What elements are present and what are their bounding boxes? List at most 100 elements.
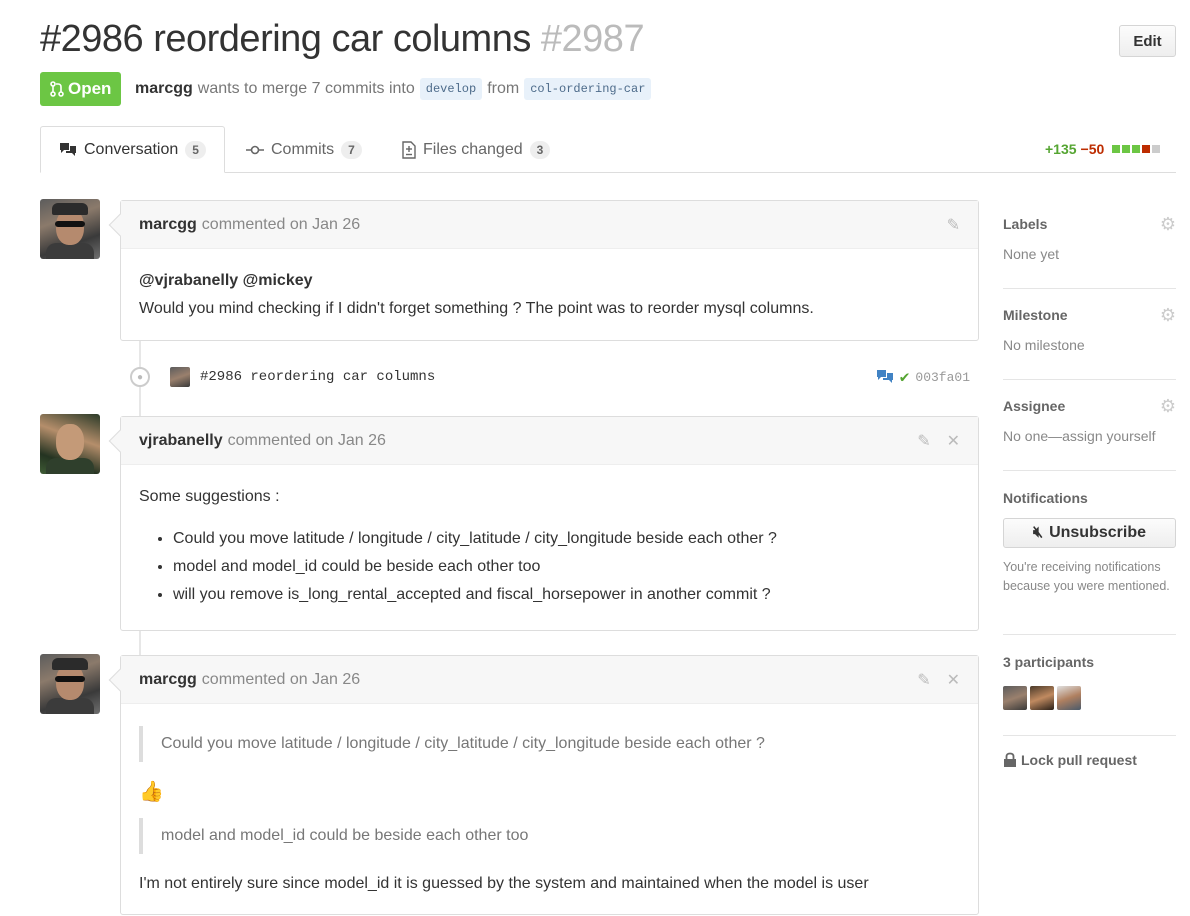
quote-block: Could you move latitude / longitude / ci… xyxy=(139,726,960,762)
diffstat: +135 −50 xyxy=(1045,141,1161,157)
participant-avatars xyxy=(1003,686,1176,710)
lock-label: Lock pull request xyxy=(1021,752,1137,768)
comment-header: vjrabanelly commented on Jan 26 ✎ ✕ xyxy=(108,417,978,465)
tab-label: Conversation xyxy=(84,140,179,158)
thumbs-up-icon: 👍 xyxy=(139,781,164,803)
comment-author[interactable]: marcgg xyxy=(139,216,197,234)
file-diff-icon xyxy=(402,140,416,159)
quote-block: model and model_id could be beside each … xyxy=(139,818,960,854)
comment-author[interactable]: vjrabanelly xyxy=(139,432,223,450)
tab-commits[interactable]: Commits 7 xyxy=(228,126,380,173)
comment-date[interactable]: commented on Jan 26 xyxy=(228,432,386,450)
tab-files-changed[interactable]: Files changed 3 xyxy=(384,126,568,173)
labels-value: None yet xyxy=(1003,246,1060,262)
comment-body: Some suggestions : Could you move latitu… xyxy=(121,465,978,627)
sidebar-milestone: Milestone ⚙ No milestone xyxy=(1003,306,1176,380)
comment-1: marcgg commented on Jan 26 ✎ @vjrabanell… xyxy=(108,200,979,341)
suggestion-list: Could you move latitude / longitude / ci… xyxy=(139,525,960,609)
diffstat-blocks xyxy=(1112,145,1161,153)
comment-body: Could you move latitude / longitude / ci… xyxy=(121,704,978,916)
sidebar-participants: 3 participants xyxy=(1003,654,1176,736)
commit-sha[interactable]: 003fa01 xyxy=(915,370,970,385)
pr-title: #2986 reordering car columns xyxy=(40,18,531,60)
comment-body: @vjrabanelly @mickey Would you mind chec… xyxy=(121,249,978,341)
comment-3: marcgg commented on Jan 26 ✎ ✕ Could you… xyxy=(108,655,979,916)
tab-conversation[interactable]: Conversation 5 xyxy=(40,126,225,173)
commit-icon xyxy=(246,145,264,154)
sidebar-assignee: Assignee ⚙ No one—assign yourself xyxy=(1003,397,1176,471)
comment-text: I'm not entirely sure since model_id it … xyxy=(139,875,869,892)
list-item: will you remove is_long_rental_accepted … xyxy=(173,581,960,609)
status-label: Open xyxy=(68,79,112,98)
milestone-value: No milestone xyxy=(1003,337,1085,353)
sidebar-notifications: Notifications 🔇︎ Unsubscribe You're rece… xyxy=(1003,490,1176,635)
comment-date[interactable]: commented on Jan 26 xyxy=(202,216,360,234)
comment-author[interactable]: marcgg xyxy=(139,671,197,689)
labels-title: Labels xyxy=(1003,216,1048,232)
notifications-title: Notifications xyxy=(1003,490,1088,506)
lock-pull-request-button[interactable]: Lock pull request xyxy=(1003,752,1137,768)
check-icon[interactable]: ✔ xyxy=(900,367,910,387)
notifications-note: You're receiving notifications because y… xyxy=(1003,560,1170,593)
commit-message[interactable]: #2986 reordering car columns xyxy=(200,369,435,385)
pr-author-link[interactable]: marcgg xyxy=(135,80,193,98)
merge-text: wants to merge 7 commits into xyxy=(197,80,415,97)
commit-row: ● #2986 reordering car columns ✔ 003fa01 xyxy=(130,364,970,390)
diffstat-block-neutral xyxy=(1152,145,1161,153)
pr-number: #2987 xyxy=(540,18,645,60)
diffstat-block-del xyxy=(1142,145,1151,153)
avatar[interactable] xyxy=(1003,686,1027,710)
avatar[interactable] xyxy=(40,654,100,714)
base-branch[interactable]: develop xyxy=(419,78,483,100)
unsubscribe-label: Unsubscribe xyxy=(1049,524,1146,541)
edit-pencil-icon[interactable]: ✎ xyxy=(947,215,960,235)
tab-counter: 7 xyxy=(341,140,362,159)
avatar[interactable] xyxy=(40,414,100,474)
edit-pencil-icon[interactable]: ✎ xyxy=(917,431,930,451)
avatar[interactable] xyxy=(1030,686,1054,710)
edit-pencil-icon[interactable]: ✎ xyxy=(917,670,930,690)
avatar[interactable] xyxy=(1057,686,1081,710)
participants-title: 3 participants xyxy=(1003,654,1095,670)
gear-icon[interactable]: ⚙ xyxy=(1160,306,1176,324)
diffstat-block-add xyxy=(1132,145,1141,153)
lock-icon xyxy=(1004,752,1016,767)
tab-label: Files changed xyxy=(423,140,523,158)
diffstat-block-add xyxy=(1112,145,1121,153)
comment-header: marcgg commented on Jan 26 ✎ xyxy=(108,201,978,249)
head-branch[interactable]: col-ordering-car xyxy=(524,78,652,100)
comment-header: marcgg commented on Jan 26 ✎ ✕ xyxy=(108,656,978,704)
comment-text: Would you mind checking if I didn't forg… xyxy=(139,300,814,317)
comment-mentions[interactable]: @vjrabanelly @mickey xyxy=(139,267,960,295)
diffstat-block-add xyxy=(1122,145,1131,153)
mute-icon: 🔇︎ xyxy=(1032,524,1044,541)
pull-request-icon xyxy=(50,81,64,97)
comment-2: vjrabanelly commented on Jan 26 ✎ ✕ Some… xyxy=(108,416,979,631)
close-icon[interactable]: ✕ xyxy=(947,670,960,690)
sidebar-labels: Labels ⚙ None yet xyxy=(1003,215,1176,289)
tab-counter: 5 xyxy=(185,140,206,159)
deletions-count: −50 xyxy=(1080,141,1105,157)
page-title: #2986 reordering car columns #2987 xyxy=(40,18,645,61)
tab-label: Commits xyxy=(271,140,335,158)
edit-button[interactable]: Edit xyxy=(1119,25,1176,57)
pr-meta: marcgg wants to merge 7 commits into dev… xyxy=(135,78,652,100)
avatar[interactable] xyxy=(40,199,100,259)
tab-counter: 3 xyxy=(529,140,551,159)
comment-intro: Some suggestions : xyxy=(139,488,280,505)
comment-discussion-icon xyxy=(876,370,893,383)
close-icon[interactable]: ✕ xyxy=(947,431,960,451)
gear-icon[interactable]: ⚙ xyxy=(1160,397,1176,415)
list-item: model and model_id could be beside each … xyxy=(173,553,960,581)
commit-author-avatar[interactable] xyxy=(170,367,190,387)
unsubscribe-button[interactable]: 🔇︎ Unsubscribe xyxy=(1003,518,1176,548)
comment-discussion-icon xyxy=(60,142,76,156)
milestone-title: Milestone xyxy=(1003,307,1068,323)
gear-icon[interactable]: ⚙ xyxy=(1160,215,1176,233)
from-text: from xyxy=(487,80,520,97)
assign-yourself-link[interactable]: No one—assign yourself xyxy=(1003,428,1176,444)
comment-date[interactable]: commented on Jan 26 xyxy=(202,671,360,689)
commit-icon: ● xyxy=(130,367,150,387)
assignee-title: Assignee xyxy=(1003,398,1066,414)
list-item: Could you move latitude / longitude / ci… xyxy=(173,525,960,553)
